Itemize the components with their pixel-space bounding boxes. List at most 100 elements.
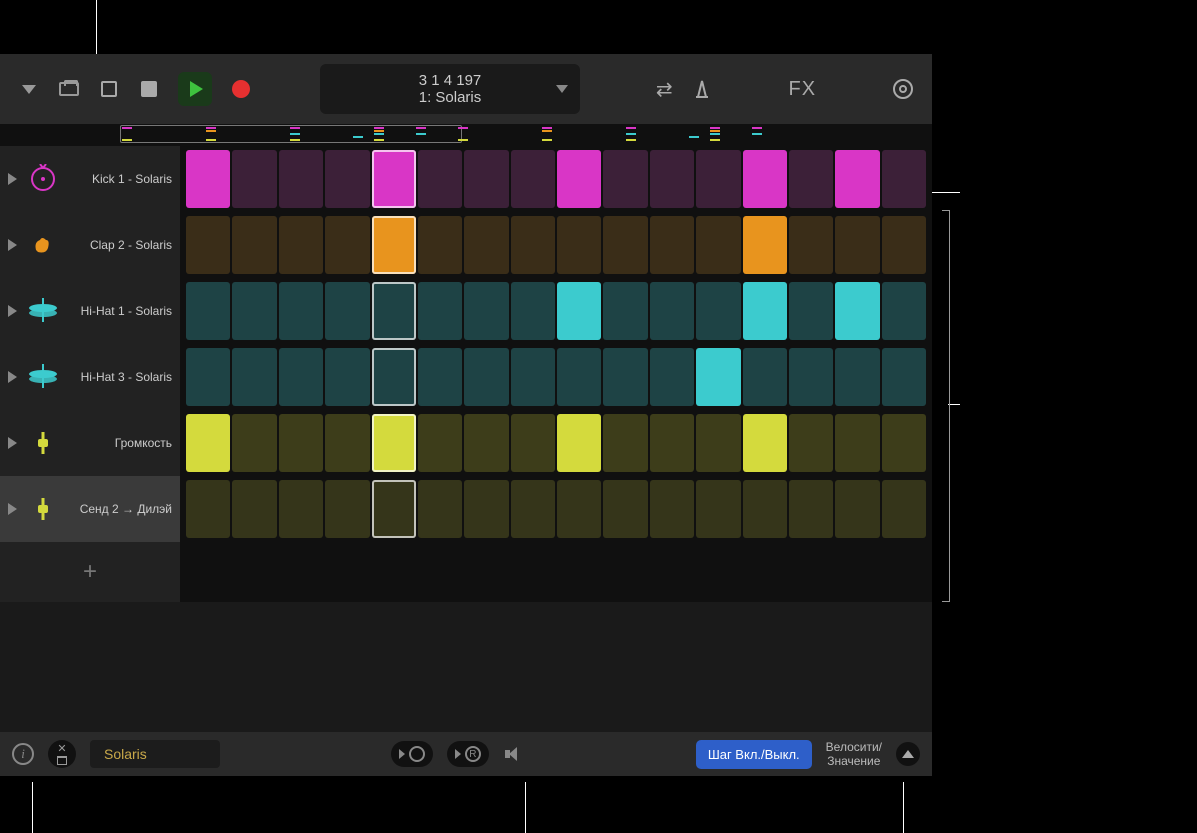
step-cell[interactable]: [464, 282, 508, 340]
step-cell[interactable]: [511, 282, 555, 340]
step-cell[interactable]: [603, 348, 647, 406]
step-cell[interactable]: [186, 282, 230, 340]
step-cell[interactable]: [835, 216, 879, 274]
step-cell[interactable]: [418, 480, 462, 538]
step-cell[interactable]: [186, 414, 230, 472]
step-cell[interactable]: [372, 282, 416, 340]
track-row[interactable]: Громкость: [0, 410, 180, 476]
step-cell[interactable]: [418, 348, 462, 406]
step-cell[interactable]: [464, 216, 508, 274]
step-cell[interactable]: [325, 480, 369, 538]
step-cell[interactable]: [232, 150, 276, 208]
step-cell[interactable]: [279, 480, 323, 538]
step-cell[interactable]: [418, 216, 462, 274]
stop-button[interactable]: [138, 78, 160, 100]
step-cell[interactable]: [279, 150, 323, 208]
step-cell[interactable]: [603, 414, 647, 472]
step-cell[interactable]: [372, 414, 416, 472]
step-cell[interactable]: [789, 480, 833, 538]
expand-button[interactable]: [896, 742, 920, 766]
step-cell[interactable]: [232, 348, 276, 406]
step-cell[interactable]: [557, 282, 601, 340]
step-cell[interactable]: [835, 348, 879, 406]
step-toggle-button[interactable]: Шаг Вкл./Выкл.: [696, 740, 812, 769]
step-cell[interactable]: [835, 282, 879, 340]
step-cell[interactable]: [696, 348, 740, 406]
step-cell[interactable]: [557, 414, 601, 472]
track-row[interactable]: Hi-Hat 1 - Solaris: [0, 278, 180, 344]
step-cell[interactable]: [511, 348, 555, 406]
step-cell[interactable]: [743, 150, 787, 208]
track-play-icon[interactable]: [8, 503, 17, 515]
info-button[interactable]: i: [12, 743, 34, 765]
step-cell[interactable]: [418, 282, 462, 340]
lcd-display[interactable]: 3 1 4 197 1: Solaris: [320, 64, 580, 114]
step-cell[interactable]: [882, 414, 926, 472]
step-cell[interactable]: [557, 480, 601, 538]
step-cell[interactable]: [557, 150, 601, 208]
step-cell[interactable]: [232, 216, 276, 274]
step-cell[interactable]: [186, 480, 230, 538]
track-row[interactable]: Clap 2 - Solaris: [0, 212, 180, 278]
step-cell[interactable]: [743, 348, 787, 406]
step-cell[interactable]: [279, 348, 323, 406]
track-play-icon[interactable]: [8, 305, 17, 317]
step-cell[interactable]: [372, 150, 416, 208]
step-cell[interactable]: [232, 414, 276, 472]
step-cell[interactable]: [372, 480, 416, 538]
step-cell[interactable]: [418, 414, 462, 472]
step-cell[interactable]: [743, 216, 787, 274]
step-cell[interactable]: [882, 282, 926, 340]
velocity-value-label[interactable]: Велосити/ Значение: [826, 740, 882, 769]
record-button[interactable]: [230, 78, 252, 100]
step-cell[interactable]: [650, 348, 694, 406]
step-cell[interactable]: [743, 414, 787, 472]
step-cell[interactable]: [372, 348, 416, 406]
add-track-button[interactable]: +: [0, 542, 180, 602]
step-cell[interactable]: [325, 216, 369, 274]
step-cell[interactable]: [789, 282, 833, 340]
step-cell[interactable]: [557, 348, 601, 406]
step-cell[interactable]: [789, 414, 833, 472]
step-cell[interactable]: [603, 282, 647, 340]
step-cell[interactable]: [557, 216, 601, 274]
preview-sound-button[interactable]: [503, 743, 525, 765]
step-cell[interactable]: [603, 480, 647, 538]
step-cell[interactable]: [186, 216, 230, 274]
step-cell[interactable]: [696, 414, 740, 472]
step-cell[interactable]: [789, 216, 833, 274]
track-play-icon[interactable]: [8, 173, 17, 185]
step-cell[interactable]: [325, 348, 369, 406]
color-picker-button[interactable]: [391, 741, 433, 767]
step-cell[interactable]: [464, 150, 508, 208]
step-cell[interactable]: [279, 216, 323, 274]
step-cell[interactable]: [835, 480, 879, 538]
step-cell[interactable]: [186, 150, 230, 208]
cycle-button[interactable]: ⇄: [656, 77, 673, 102]
step-cell[interactable]: [372, 216, 416, 274]
inbox-icon[interactable]: [58, 78, 80, 100]
step-cell[interactable]: [882, 480, 926, 538]
step-cell[interactable]: [464, 480, 508, 538]
step-cell[interactable]: [603, 216, 647, 274]
step-cell[interactable]: [325, 150, 369, 208]
step-cell[interactable]: [464, 414, 508, 472]
step-cell[interactable]: [232, 282, 276, 340]
step-cell[interactable]: [882, 348, 926, 406]
step-cell[interactable]: [650, 414, 694, 472]
step-cell[interactable]: [743, 282, 787, 340]
step-cell[interactable]: [835, 150, 879, 208]
settings-button[interactable]: [892, 78, 914, 100]
step-cell[interactable]: [325, 414, 369, 472]
step-cell[interactable]: [511, 150, 555, 208]
view-mode-button[interactable]: [98, 78, 120, 100]
fx-button[interactable]: FX: [789, 78, 817, 101]
step-cell[interactable]: [650, 480, 694, 538]
step-cell[interactable]: [696, 150, 740, 208]
delete-button[interactable]: ✕: [48, 740, 76, 768]
step-cell[interactable]: [650, 216, 694, 274]
track-play-icon[interactable]: [8, 239, 17, 251]
step-cell[interactable]: [650, 150, 694, 208]
step-cell[interactable]: [418, 150, 462, 208]
step-cell[interactable]: [696, 282, 740, 340]
